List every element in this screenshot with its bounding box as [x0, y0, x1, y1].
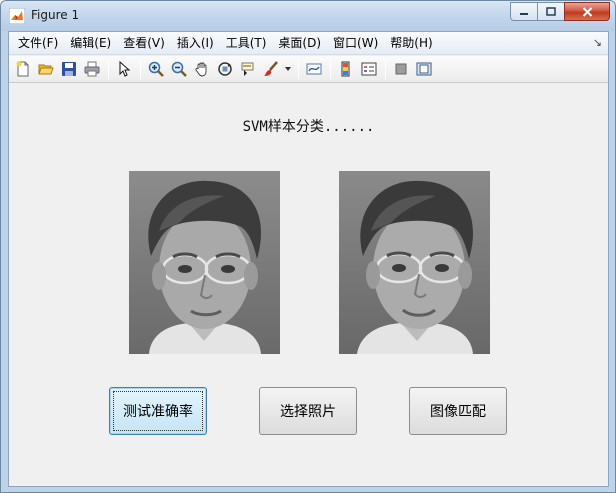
- open-file-button[interactable]: [35, 58, 57, 80]
- minimize-button[interactable]: [510, 2, 537, 21]
- data-cursor-button[interactable]: [237, 58, 259, 80]
- figure-canvas: SVM样本分类...... 测试准确率 选择照片 图像匹配: [9, 84, 608, 486]
- close-icon: [582, 6, 592, 17]
- save-button[interactable]: [58, 58, 80, 80]
- brush-button[interactable]: [260, 58, 282, 80]
- image-match-button[interactable]: 图像匹配: [409, 387, 507, 435]
- zoom-out-button[interactable]: [168, 58, 190, 80]
- pan-icon: [195, 62, 207, 77]
- window-title: Figure 1: [31, 8, 80, 22]
- menu-window[interactable]: 窗口(W): [327, 34, 384, 53]
- pan-button[interactable]: [191, 58, 213, 80]
- colorbar-button[interactable]: [335, 58, 357, 80]
- colorbar-icon: [341, 61, 350, 77]
- menu-insert[interactable]: 插入(I): [171, 34, 220, 53]
- print-icon: [84, 61, 100, 77]
- toolbar-separator: [330, 59, 331, 79]
- dock-arrow-icon[interactable]: ↘: [593, 36, 602, 49]
- test-accuracy-button[interactable]: 测试准确率: [109, 387, 207, 435]
- toolbar-separator: [108, 59, 109, 79]
- link-plot-button[interactable]: [303, 58, 325, 80]
- hide-plot-tools-icon: [395, 63, 407, 75]
- open-file-icon: [38, 64, 54, 75]
- figure-window: Figure 1 文件(F) 编辑(E) 查看(V) 插入(I) 工具(T) 桌…: [0, 0, 616, 493]
- legend-button[interactable]: [358, 58, 380, 80]
- toolbar-separator: [385, 59, 386, 79]
- menu-file[interactable]: 文件(F): [12, 34, 64, 53]
- toolbar-separator: [298, 59, 299, 79]
- link-plot-icon: [306, 63, 322, 75]
- new-figure-icon: [16, 61, 29, 77]
- figure-toolbar: [9, 56, 608, 83]
- rotate-3d-button[interactable]: [214, 58, 236, 80]
- menu-edit[interactable]: 编辑(E): [64, 34, 117, 53]
- show-plot-tools-button[interactable]: [413, 58, 435, 80]
- matlab-logo-icon: [9, 8, 25, 24]
- zoom-out-icon: [171, 61, 187, 77]
- face-photo: [339, 171, 490, 354]
- toolbar-separator: [140, 59, 141, 79]
- menu-desktop[interactable]: 桌面(D): [272, 34, 327, 53]
- brush-dropdown-button[interactable]: [283, 58, 293, 80]
- print-button[interactable]: [81, 58, 103, 80]
- face-photo: [129, 171, 280, 354]
- menu-bar: 文件(F) 编辑(E) 查看(V) 插入(I) 工具(T) 桌面(D) 窗口(W…: [9, 32, 608, 55]
- brush-icon: [264, 61, 278, 76]
- show-plot-tools-icon: [416, 62, 432, 76]
- data-cursor-icon: [241, 62, 254, 76]
- chevron-down-icon: [285, 67, 291, 71]
- maximize-button[interactable]: [537, 2, 564, 21]
- client-area: 文件(F) 编辑(E) 查看(V) 插入(I) 工具(T) 桌面(D) 窗口(W…: [8, 31, 609, 487]
- minimize-icon: [520, 12, 528, 15]
- close-button[interactable]: [564, 2, 610, 21]
- edit-plot-button[interactable]: [113, 58, 135, 80]
- face-image-right: [339, 171, 490, 354]
- face-image-left: [129, 171, 280, 354]
- title-bar[interactable]: Figure 1: [1, 1, 615, 31]
- zoom-in-icon: [148, 61, 164, 77]
- figure-caption: SVM样本分类......: [242, 119, 375, 135]
- menu-view[interactable]: 查看(V): [117, 34, 171, 53]
- rotate-3d-icon: [218, 62, 232, 76]
- menu-help[interactable]: 帮助(H): [384, 34, 438, 53]
- maximize-icon: [546, 7, 556, 16]
- hide-plot-tools-button[interactable]: [390, 58, 412, 80]
- save-icon: [62, 62, 76, 76]
- zoom-in-button[interactable]: [145, 58, 167, 80]
- new-figure-button[interactable]: [12, 58, 34, 80]
- menu-tools[interactable]: 工具(T): [220, 34, 273, 53]
- edit-plot-icon: [119, 61, 131, 77]
- legend-icon: [361, 62, 377, 76]
- select-photo-button[interactable]: 选择照片: [259, 387, 357, 435]
